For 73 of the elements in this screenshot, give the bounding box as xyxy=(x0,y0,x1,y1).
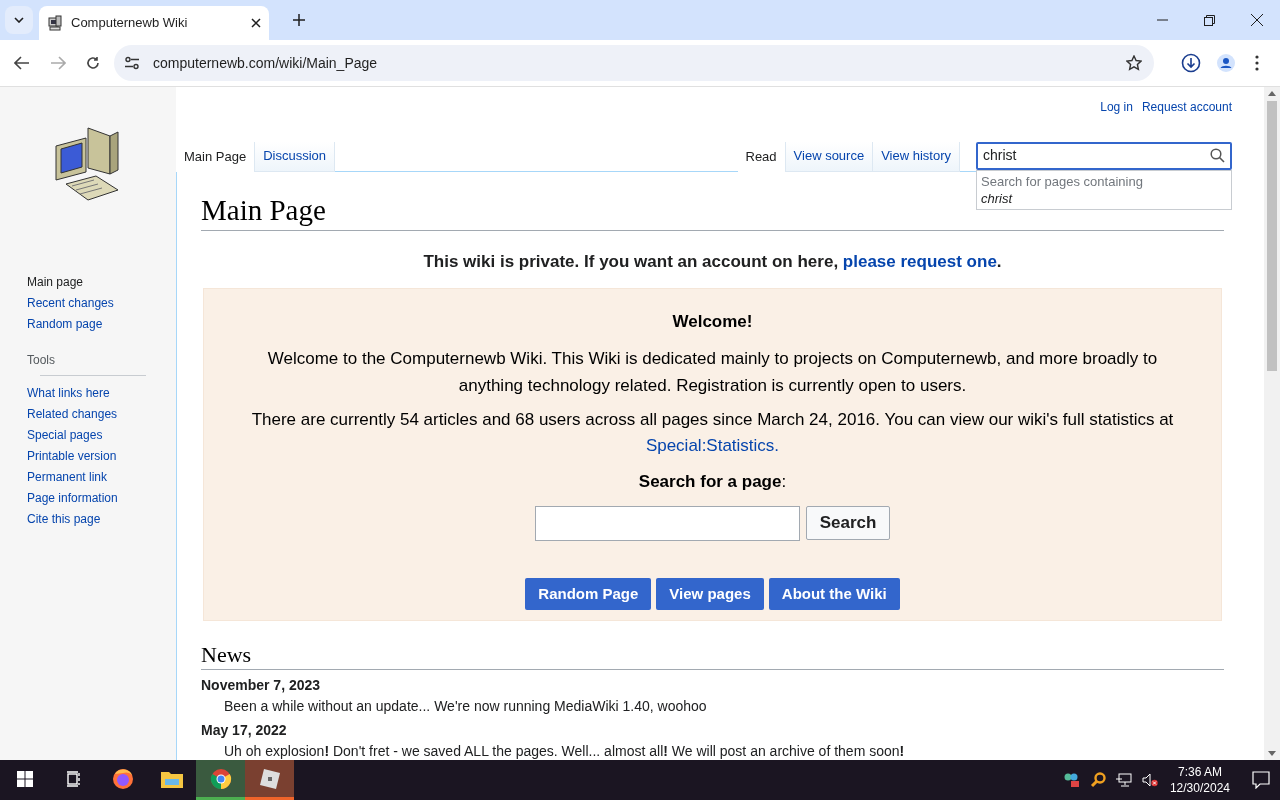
tool-link[interactable]: What links here xyxy=(27,384,176,402)
scroll-down-icon[interactable] xyxy=(1268,751,1276,756)
address-bar[interactable]: computernewb.com/wiki/Main_Page xyxy=(114,45,1154,81)
clock-date: 12/30/2024 xyxy=(1169,780,1230,796)
download-icon[interactable] xyxy=(1181,53,1201,73)
restore-icon[interactable] xyxy=(1204,14,1215,26)
statistics-link[interactable]: Special:Statistics. xyxy=(645,435,780,455)
nav-link[interactable]: Recent changes xyxy=(27,294,176,312)
tool-link[interactable]: Permanent link xyxy=(27,468,176,486)
suggestion-label: Search for pages containing xyxy=(981,172,1144,190)
new-tab-icon[interactable] xyxy=(293,14,305,26)
computer-icon xyxy=(47,15,63,31)
welcome-heading: Welcome! xyxy=(672,311,753,333)
tool-link[interactable]: Printable version xyxy=(27,447,176,465)
news-date: November 7, 2023 xyxy=(201,676,322,694)
scroll-up-icon[interactable] xyxy=(1268,91,1276,96)
private-notice: This wiki is private. If you want an account on here, please request one. xyxy=(422,250,1003,273)
action-button[interactable]: Random Page xyxy=(525,578,652,610)
search-icon[interactable] xyxy=(1210,148,1225,163)
close-icon[interactable] xyxy=(1251,14,1263,26)
news-text: Uh oh explosion! Don't fret - we saved ALL the pages. Well... almost all! We will post an archive of them soon! xyxy=(224,742,906,760)
action-button[interactable]: View pages xyxy=(656,578,764,610)
roblox-icon xyxy=(258,767,281,790)
news-date: May 17, 2022 xyxy=(201,721,288,739)
browser-tab[interactable]: Computernewb Wiki xyxy=(39,6,269,40)
account-link[interactable]: Request account xyxy=(1141,98,1232,114)
menu-icon[interactable] xyxy=(1255,55,1259,71)
statistics-text: There are currently 54 articles and 68 users across all pages since March 24, 2016. You can view our wiki's full statistics at Special:Statistics. xyxy=(250,408,1175,457)
tool-link[interactable]: Related changes xyxy=(27,405,176,423)
star-icon[interactable] xyxy=(1126,55,1142,71)
profile-icon[interactable] xyxy=(1217,54,1235,72)
page-tab[interactable]: Discussion xyxy=(255,141,335,172)
search-field[interactable]: christ xyxy=(976,141,1232,170)
tools-heading: Tools xyxy=(27,352,56,369)
request-link[interactable]: please request one xyxy=(842,251,997,271)
suggestion-term: christ xyxy=(981,189,1014,207)
reload-icon[interactable] xyxy=(86,56,100,70)
news-heading: News xyxy=(201,641,1224,670)
page-tab[interactable]: View history xyxy=(873,141,960,172)
close-icon[interactable] xyxy=(251,18,261,28)
chrome-icon xyxy=(209,767,232,790)
scrollbar-thumb[interactable] xyxy=(1267,101,1277,371)
page-search-field[interactable] xyxy=(534,506,800,541)
folder-icon xyxy=(160,769,183,788)
taskbar-button[interactable] xyxy=(245,760,294,800)
chevron-down-icon xyxy=(14,17,24,23)
url-text: computernewb.com/wiki/Main_Page xyxy=(153,53,379,73)
back-icon[interactable] xyxy=(14,56,30,70)
windows-icon xyxy=(16,770,33,787)
network-icon[interactable] xyxy=(1115,773,1132,787)
notification-icon[interactable] xyxy=(1252,771,1270,789)
task-view-icon xyxy=(65,770,82,787)
tool-link[interactable]: Page information xyxy=(27,489,176,507)
page-tab[interactable]: View source xyxy=(785,141,874,172)
firefox-icon xyxy=(111,767,134,790)
tool-link[interactable]: Special pages xyxy=(27,426,176,444)
search-value: christ xyxy=(983,146,1018,165)
magnifier-icon[interactable] xyxy=(1089,772,1106,788)
tab-list-button[interactable] xyxy=(5,6,33,34)
volume-muted-icon[interactable] xyxy=(1141,773,1158,787)
account-link[interactable]: Log in xyxy=(1100,98,1133,114)
search-button[interactable]: Search xyxy=(805,506,891,540)
nav-link[interactable]: Random page xyxy=(27,315,176,333)
search-suggestion[interactable]: Search for pages containing christ xyxy=(976,169,1232,210)
nav-link[interactable]: Main page xyxy=(27,273,176,291)
search-label: Search for a page: xyxy=(638,470,787,493)
site-settings-icon[interactable] xyxy=(124,56,140,70)
welcome-text: Welcome to the Computernewb Wiki. This Wiki is dedicated mainly to projects on Computernewb, and more broadly to anything technology related. Registration is currently open to users. xyxy=(266,347,1159,397)
action-button[interactable]: About the Wiki xyxy=(768,578,900,610)
clock-time: 7:36 AM xyxy=(1177,764,1222,780)
news-text: Been a while without an update... We're now running MediaWiki 1.40, woohoo xyxy=(224,697,708,715)
tool-link[interactable]: Cite this page xyxy=(27,510,176,528)
tab-title: Computernewb Wiki xyxy=(71,14,189,33)
